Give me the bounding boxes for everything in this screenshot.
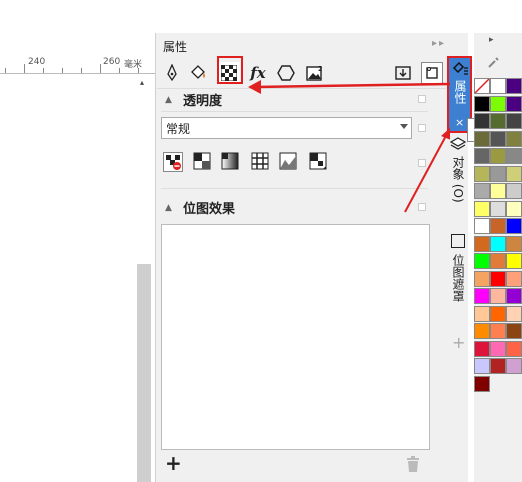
color-swatch[interactable] <box>506 340 522 357</box>
color-swatch[interactable] <box>474 253 490 269</box>
trash-icon[interactable] <box>406 456 420 475</box>
color-swatch[interactable] <box>506 148 522 164</box>
color-palette: ▸ <box>474 33 522 482</box>
color-swatch[interactable] <box>474 288 490 304</box>
palette-arrow-icon[interactable]: ▸ <box>489 35 494 45</box>
fountain-transparency-icon[interactable] <box>221 152 241 172</box>
color-swatch[interactable] <box>506 95 522 112</box>
color-swatch[interactable] <box>474 130 490 147</box>
color-swatch[interactable] <box>506 200 522 217</box>
color-swatch[interactable] <box>474 375 490 392</box>
annotation-arrows <box>248 80 450 213</box>
color-swatch[interactable] <box>474 270 490 287</box>
color-swatch[interactable] <box>490 113 506 129</box>
color-swatch[interactable] <box>490 270 506 287</box>
ruler-unit: 毫米 <box>124 60 143 70</box>
color-swatch[interactable] <box>474 358 490 374</box>
color-swatch[interactable] <box>474 200 490 217</box>
color-swatch[interactable] <box>474 183 490 199</box>
color-swatch[interactable] <box>490 183 506 199</box>
ruler-tick <box>62 68 63 73</box>
color-swatch[interactable] <box>490 218 506 234</box>
ruler-tick <box>5 68 6 73</box>
color-swatch[interactable] <box>490 235 506 252</box>
color-swatch[interactable] <box>474 113 490 129</box>
color-swatch[interactable] <box>490 200 506 217</box>
add-effect-button[interactable]: + <box>165 453 182 473</box>
color-swatch[interactable] <box>506 113 522 129</box>
ruler-label-240: 240 <box>28 57 46 67</box>
color-swatch[interactable] <box>506 305 522 322</box>
color-swatch[interactable] <box>506 358 522 374</box>
fill-icon[interactable] <box>187 62 209 84</box>
properties-tab-icon <box>452 61 468 75</box>
transparency-heading: 透明度 <box>183 94 223 109</box>
color-swatch[interactable] <box>490 288 506 304</box>
color-swatch[interactable] <box>490 95 506 112</box>
tab-properties-label: 属性 <box>453 80 467 104</box>
uniform-transparency-icon[interactable] <box>193 152 213 172</box>
transparency-icon[interactable] <box>218 62 240 84</box>
outline-pen-icon[interactable] <box>161 62 183 84</box>
eyedropper-icon[interactable] <box>487 55 501 72</box>
canvas-scrollbar[interactable] <box>137 264 151 482</box>
horizontal-ruler: 240 260 毫米 <box>0 55 155 74</box>
color-swatch[interactable] <box>506 323 522 339</box>
color-swatch[interactable] <box>490 253 506 269</box>
no-color-swatch[interactable] <box>474 78 490 94</box>
color-swatch[interactable] <box>506 218 522 234</box>
color-swatch[interactable] <box>490 305 506 322</box>
color-swatch[interactable] <box>506 130 522 147</box>
color-swatch[interactable] <box>506 235 522 252</box>
color-swatch[interactable] <box>490 78 506 94</box>
color-swatch[interactable] <box>506 78 522 94</box>
collapse-caret-icon[interactable]: ▲ <box>165 95 172 105</box>
ruler-tick <box>43 68 44 73</box>
color-swatch[interactable] <box>506 270 522 287</box>
color-swatch[interactable] <box>474 323 490 339</box>
collapse-caret-icon[interactable]: ▲ <box>165 203 172 213</box>
color-swatch[interactable] <box>474 305 490 322</box>
bitmap-effects-list[interactable] <box>161 224 430 450</box>
ruler-label-260: 260 <box>103 57 121 67</box>
tab-bitmap-mask[interactable]: 位图遮罩 <box>450 254 467 302</box>
ruler-tick <box>100 64 101 73</box>
color-swatch[interactable] <box>474 218 490 234</box>
color-swatch[interactable] <box>490 165 506 182</box>
ruler-tick <box>138 68 139 73</box>
color-swatch[interactable] <box>490 148 506 164</box>
color-swatch[interactable] <box>490 130 506 147</box>
color-swatch[interactable] <box>474 148 490 164</box>
ruler-tick <box>81 68 82 73</box>
ruler-tick <box>24 64 25 73</box>
color-swatch[interactable] <box>474 340 490 357</box>
color-swatch[interactable] <box>506 183 522 199</box>
color-swatch[interactable] <box>474 165 490 182</box>
docker-title: 属性 <box>163 40 188 54</box>
no-transparency-icon[interactable] <box>163 152 183 172</box>
layers-icon <box>449 136 467 155</box>
tab-objects[interactable]: 对象 (O) <box>450 156 467 203</box>
add-docker-tab-button[interactable]: + <box>452 333 465 352</box>
color-swatch[interactable] <box>474 95 490 112</box>
color-swatch[interactable] <box>506 253 522 269</box>
color-swatch[interactable] <box>474 235 490 252</box>
blend-mode-value: 常规 <box>166 122 191 136</box>
color-swatch[interactable] <box>490 358 506 374</box>
color-swatch[interactable] <box>506 165 522 182</box>
bitmap-effects-heading: 位图效果 <box>183 202 236 217</box>
tab-close-icon[interactable]: × <box>455 116 464 129</box>
color-swatch[interactable] <box>506 288 522 304</box>
ruler-tick <box>119 68 120 73</box>
color-swatch[interactable] <box>490 340 506 357</box>
bitmap-mask-icon <box>451 234 465 248</box>
color-swatch[interactable] <box>490 323 506 339</box>
scroll-up-icon[interactable]: ▴ <box>140 78 146 88</box>
